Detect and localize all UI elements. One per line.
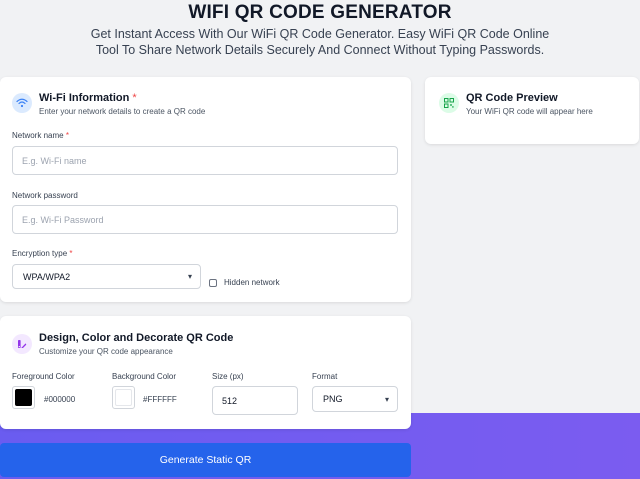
palette-icon bbox=[12, 334, 32, 354]
required-mark: * bbox=[132, 92, 137, 104]
chevron-down-icon: ▾ bbox=[187, 272, 192, 281]
network-password-input[interactable] bbox=[12, 205, 398, 234]
network-name-label-text: Network name bbox=[12, 131, 64, 140]
hidden-network-label: Hidden network bbox=[224, 278, 280, 287]
foreground-color-value: #000000 bbox=[44, 395, 76, 404]
wifi-icon bbox=[12, 93, 32, 113]
wifi-card-title: Wi-Fi Information * bbox=[39, 92, 137, 104]
encryption-type-label-text: Encryption type bbox=[12, 249, 68, 258]
size-label: Size (px) bbox=[212, 372, 244, 381]
network-name-label: Network name * bbox=[12, 131, 69, 140]
generate-static-qr-button[interactable]: Generate Static QR bbox=[0, 443, 411, 477]
qr-code-icon bbox=[439, 93, 459, 113]
page-title: WIFI QR CODE GENERATOR bbox=[188, 2, 452, 23]
encryption-type-select[interactable]: WPA/WPA2 ▾ bbox=[12, 264, 201, 289]
wifi-information-card: Wi-Fi Information * Enter your network d… bbox=[0, 77, 411, 302]
required-mark: * bbox=[65, 131, 69, 140]
size-input[interactable] bbox=[212, 386, 298, 415]
foreground-color-fill bbox=[15, 389, 32, 406]
hidden-network-checkbox[interactable] bbox=[209, 279, 217, 287]
network-password-label: Network password bbox=[12, 191, 78, 200]
foreground-color-swatch[interactable] bbox=[12, 386, 35, 409]
encryption-type-label: Encryption type * bbox=[12, 249, 73, 258]
encryption-type-value: WPA/WPA2 bbox=[23, 271, 71, 282]
page-subtitle: Get Instant Access With Our WiFi QR Code… bbox=[90, 27, 550, 57]
format-label: Format bbox=[312, 372, 338, 381]
format-value: PNG bbox=[323, 394, 343, 404]
design-card: Design, Color and Decorate QR Code Custo… bbox=[0, 316, 411, 429]
background-color-fill bbox=[115, 389, 132, 406]
network-name-input[interactable] bbox=[12, 146, 398, 175]
chevron-down-icon: ▾ bbox=[384, 394, 389, 404]
format-select[interactable]: PNG ▾ bbox=[312, 386, 398, 412]
wifi-card-subtitle: Enter your network details to create a Q… bbox=[39, 107, 206, 116]
design-card-subtitle: Customize your QR code appearance bbox=[39, 347, 173, 356]
background-color-swatch[interactable] bbox=[112, 386, 135, 409]
wifi-card-title-text: Wi-Fi Information bbox=[39, 92, 130, 104]
background-color-label: Background Color bbox=[112, 372, 177, 381]
qr-preview-subtitle: Your WiFi QR code will appear here bbox=[466, 107, 593, 116]
qr-preview-card: QR Code Preview Your WiFi QR code will a… bbox=[425, 77, 639, 144]
design-card-title: Design, Color and Decorate QR Code bbox=[39, 332, 234, 344]
qr-preview-title: QR Code Preview bbox=[466, 92, 558, 104]
required-mark: * bbox=[69, 249, 73, 258]
foreground-color-label: Foreground Color bbox=[12, 372, 75, 381]
background-color-value: #FFFFFF bbox=[143, 395, 177, 404]
